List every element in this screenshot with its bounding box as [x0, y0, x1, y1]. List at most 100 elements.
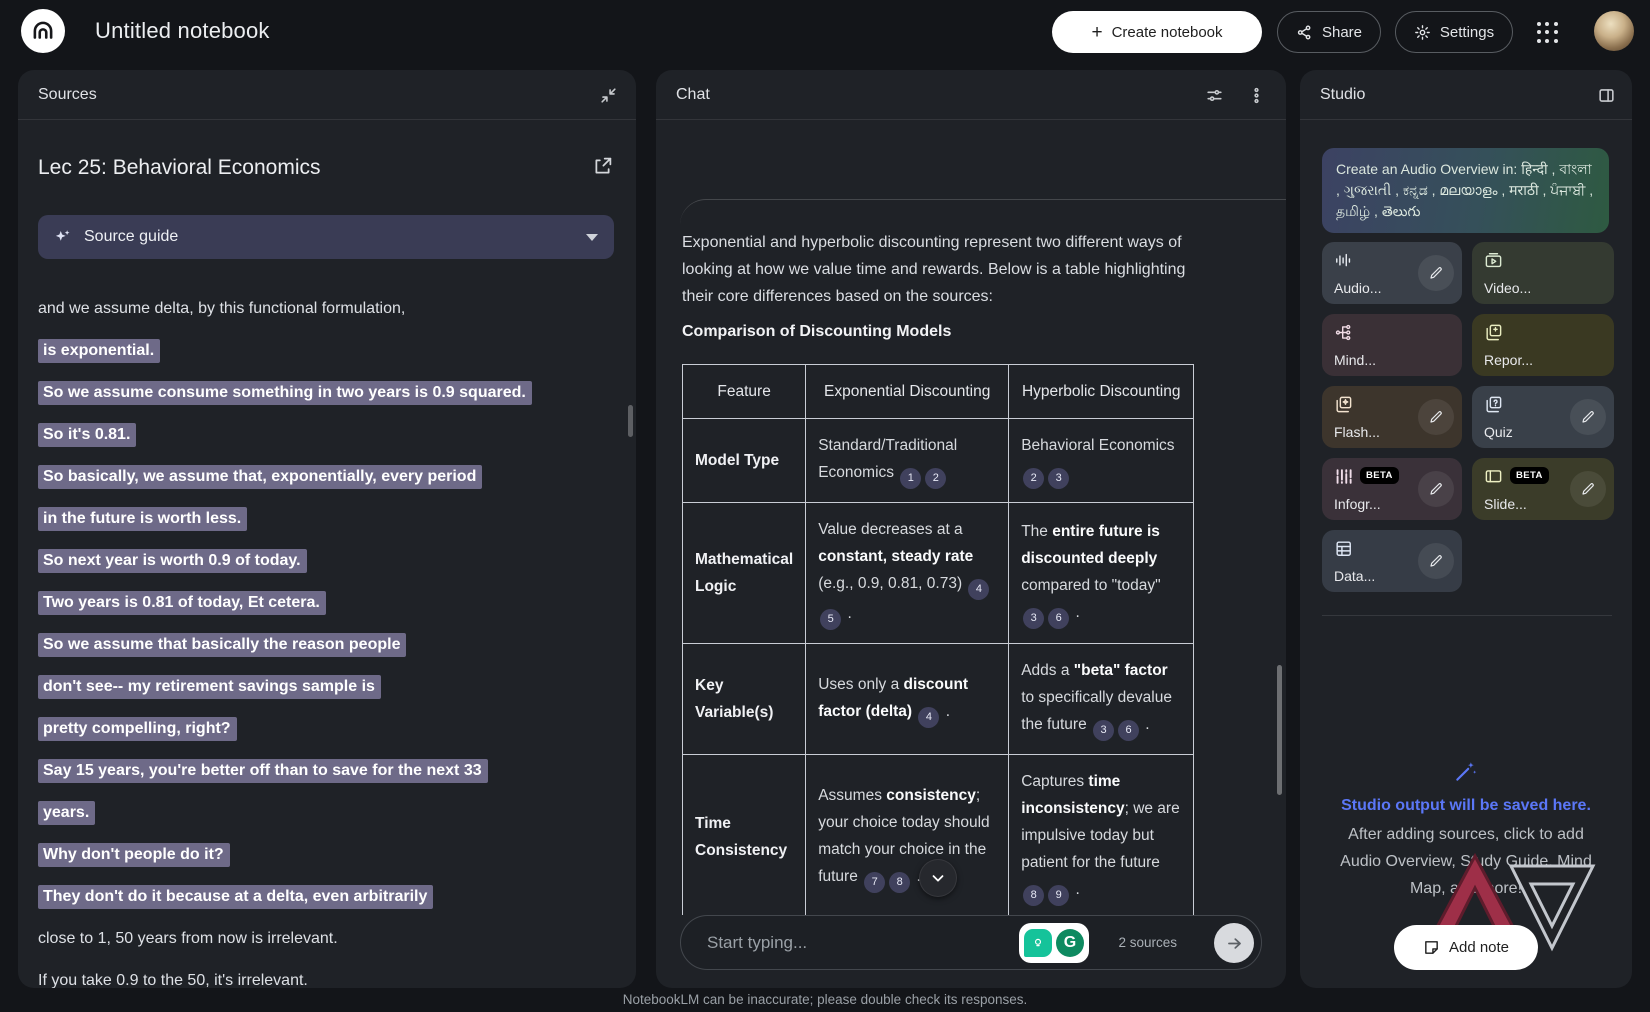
- citation-chip[interactable]: 8: [1023, 885, 1044, 906]
- notebook-title[interactable]: Untitled notebook: [95, 18, 270, 44]
- studio-tile-label: Video...: [1484, 280, 1531, 296]
- transcript-line[interactable]: years.: [38, 801, 622, 825]
- citation-chip[interactable]: 9: [1048, 885, 1069, 906]
- citation-chip[interactable]: 4: [968, 579, 989, 600]
- chat-scroll-area[interactable]: Exponential and hyperbolic discounting r…: [656, 121, 1286, 915]
- add-note-button[interactable]: Add note: [1394, 925, 1538, 970]
- citation-chip[interactable]: 6: [1048, 608, 1069, 629]
- data-table-icon: [1334, 539, 1353, 558]
- transcript-line[interactable]: in the future is worth less.: [38, 507, 622, 531]
- table-cell: Assumes consistency; your choice today s…: [806, 755, 1009, 916]
- sources-header-title: Sources: [38, 86, 97, 104]
- chat-scrollbar[interactable]: [1277, 665, 1282, 795]
- transcript-line[interactable]: So it's 0.81.: [38, 423, 622, 447]
- send-arrow-icon: [1225, 934, 1244, 953]
- studio-header: Studio: [1300, 70, 1632, 120]
- transcript-text[interactable]: and we assume delta, by this functional …: [38, 297, 622, 988]
- settings-button[interactable]: Settings: [1395, 11, 1513, 53]
- transcript-line[interactable]: So we assume consume something in two ye…: [38, 381, 622, 405]
- chat-more-menu-icon[interactable]: [1244, 83, 1268, 107]
- edit-pencil-button[interactable]: [1418, 399, 1454, 435]
- edit-pencil-button[interactable]: [1570, 471, 1606, 507]
- transcript-line[interactable]: Why don't people do it?: [38, 843, 622, 867]
- open-in-new-icon[interactable]: [592, 156, 616, 180]
- table-cell: Adds a "beta" factor to specifically dev…: [1009, 644, 1194, 755]
- citation-chip[interactable]: 3: [1023, 608, 1044, 629]
- scroll-to-bottom-button[interactable]: [919, 859, 957, 897]
- transcript-line[interactable]: So basically, we assume that, exponentia…: [38, 465, 622, 489]
- chat-settings-sliders-icon[interactable]: [1202, 83, 1226, 107]
- comparison-table: FeatureExponential DiscountingHyperbolic…: [682, 364, 1194, 915]
- transcript-line[interactable]: close to 1, 50 years from now is irrelev…: [38, 927, 622, 951]
- transcript-line[interactable]: is exponential.: [38, 339, 622, 363]
- sources-scrollbar[interactable]: [628, 405, 633, 437]
- transcript-line[interactable]: don't see-- my retirement savings sample…: [38, 675, 622, 699]
- edit-pencil-button[interactable]: [1418, 255, 1454, 291]
- edit-pencil-button[interactable]: [1418, 543, 1454, 579]
- studio-tile-repor[interactable]: Repor...: [1472, 314, 1614, 376]
- studio-tile-video[interactable]: Video...: [1472, 242, 1614, 304]
- citation-chip[interactable]: 2: [925, 468, 946, 489]
- chat-input-placeholder[interactable]: Start typing...: [707, 933, 807, 953]
- table-cell: Captures time inconsistency; we are impu…: [1009, 755, 1194, 916]
- chat-intro-text: Exponential and hyperbolic discounting r…: [682, 229, 1187, 310]
- studio-tile-label: Flash...: [1334, 424, 1380, 440]
- collapse-panel-icon[interactable]: [596, 83, 620, 107]
- feature-cell: Mathematical Logic: [683, 503, 806, 644]
- audio-overview-language-banner[interactable]: Create an Audio Overview in: हिन्दी , বা…: [1322, 148, 1609, 233]
- citation-chip[interactable]: 8: [889, 872, 910, 893]
- google-apps-grid-icon[interactable]: [1537, 22, 1559, 44]
- share-button[interactable]: Share: [1277, 11, 1381, 53]
- edit-pencil-button[interactable]: [1570, 399, 1606, 435]
- citation-chip[interactable]: 3: [1048, 468, 1069, 489]
- source-guide-button[interactable]: Source guide: [38, 215, 614, 259]
- chat-input-bar[interactable]: Start typing... G 2 sources: [680, 915, 1262, 970]
- studio-tile-label: Audio...: [1334, 280, 1381, 296]
- transcript-line[interactable]: Say 15 years, you're better off than to …: [38, 759, 622, 783]
- transcript-line[interactable]: and we assume delta, by this functional …: [38, 297, 622, 321]
- user-avatar[interactable]: [1594, 11, 1634, 51]
- studio-header-title: Studio: [1320, 86, 1365, 104]
- studio-tile-label: Repor...: [1484, 352, 1533, 368]
- citation-chip[interactable]: 2: [1023, 468, 1044, 489]
- transcript-line[interactable]: So we assume that basically the reason p…: [38, 633, 622, 657]
- sparkle-icon: [54, 228, 72, 246]
- transcript-line[interactable]: pretty compelling, right?: [38, 717, 622, 741]
- grammarly-widget[interactable]: G: [1019, 923, 1089, 963]
- studio-tile-slide[interactable]: BETA Slide...: [1472, 458, 1614, 520]
- studio-tile-audio[interactable]: Audio...: [1322, 242, 1462, 304]
- citation-chip[interactable]: 7: [864, 872, 885, 893]
- studio-tile-infogr[interactable]: BETAInfogr...: [1322, 458, 1462, 520]
- banner-prefix: Create an Audio Overview in:: [1336, 161, 1517, 177]
- beta-badge: BETA: [1510, 467, 1549, 484]
- chat-header: Chat: [656, 70, 1286, 120]
- studio-tile-flash[interactable]: Flash...: [1322, 386, 1462, 448]
- beta-badge: BETA: [1360, 467, 1399, 484]
- studio-tile-data[interactable]: Data...: [1322, 530, 1462, 592]
- infographic-icon: [1334, 467, 1353, 486]
- citation-chip[interactable]: 6: [1118, 720, 1139, 741]
- table-cell: Uses only a discount factor (delta) 4 .: [806, 644, 1009, 755]
- studio-tile-label: Mind...: [1334, 352, 1376, 368]
- toggle-panel-icon[interactable]: [1594, 83, 1618, 107]
- transcript-line[interactable]: Two years is 0.81 of today, Et cetera.: [38, 591, 622, 615]
- disclaimer-text: NotebookLM can be inaccurate; please dou…: [0, 992, 1650, 1007]
- citation-chip[interactable]: 4: [918, 707, 939, 728]
- transcript-line[interactable]: If you take 0.9 to the 50, it's irreleva…: [38, 969, 622, 988]
- studio-tile-mind[interactable]: Mind...: [1322, 314, 1462, 376]
- transcript-line[interactable]: They don't do it because at a delta, eve…: [38, 885, 622, 909]
- citation-chip[interactable]: 3: [1093, 720, 1114, 741]
- chat-panel: Chat Exponential and hyperbolic discount…: [656, 70, 1286, 988]
- notebooklm-logo[interactable]: [21, 9, 65, 53]
- citation-chip[interactable]: 1: [900, 468, 921, 489]
- studio-tile-label: Slide...: [1484, 496, 1527, 512]
- studio-tile-quiz[interactable]: Quiz: [1472, 386, 1614, 448]
- send-button[interactable]: [1214, 923, 1254, 963]
- magic-wand-icon: [1306, 758, 1626, 789]
- edit-pencil-button[interactable]: [1418, 471, 1454, 507]
- source-title-row: Lec 25: Behavioral Economics: [38, 156, 616, 180]
- transcript-line[interactable]: So next year is worth 0.9 of today.: [38, 549, 622, 573]
- citation-chip[interactable]: 5: [820, 609, 841, 630]
- create-notebook-button[interactable]: + Create notebook: [1052, 11, 1262, 53]
- studio-tiles-grid: Audio... Video... Mind... Repor... Flash... Q…: [1322, 242, 1614, 592]
